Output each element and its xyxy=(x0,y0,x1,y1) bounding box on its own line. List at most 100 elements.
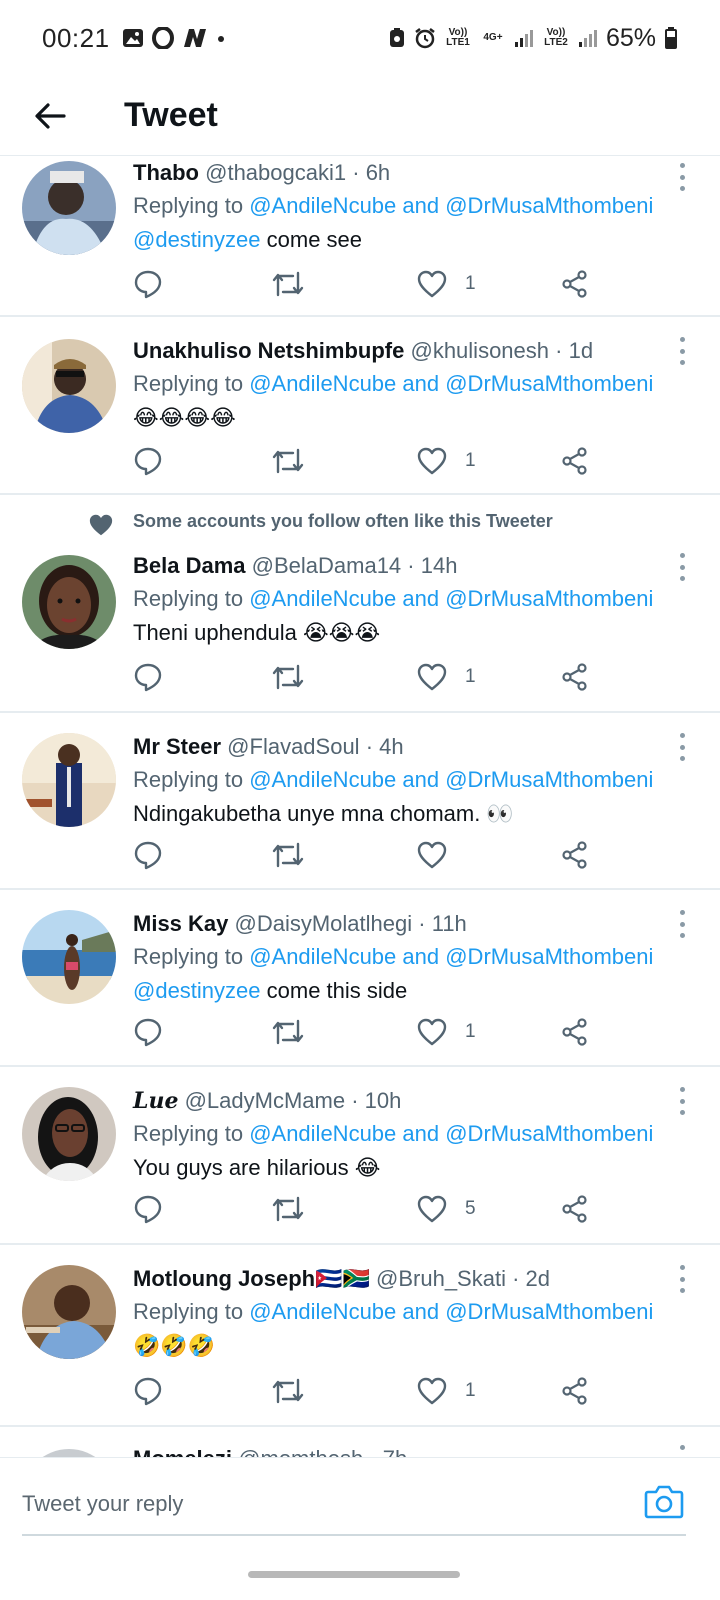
mention-link[interactable]: @AndileNcube xyxy=(249,1121,396,1146)
reply-button[interactable] xyxy=(133,657,163,697)
mention-link[interactable]: @AndileNcube xyxy=(249,193,396,218)
back-button[interactable] xyxy=(20,86,80,146)
avatar[interactable] xyxy=(22,910,116,1004)
user-handle[interactable]: @thabogcaki1 xyxy=(205,160,346,185)
mention-link[interactable]: @destinyzee xyxy=(133,227,261,252)
mention-link[interactable]: @AndileNcube xyxy=(249,586,396,611)
mention-link[interactable]: @AndileNcube xyxy=(249,1299,396,1324)
display-name[interactable]: Mr Steer xyxy=(133,734,221,759)
share-button[interactable] xyxy=(561,441,589,481)
mention-link[interactable]: @DrMusaMthombeni xyxy=(445,1299,653,1324)
mention-link[interactable]: @DrMusaMthombeni xyxy=(445,193,653,218)
user-handle[interactable]: @FlavadSoul xyxy=(227,734,359,759)
tweet-text-body: come see xyxy=(260,227,363,252)
retweet-button[interactable] xyxy=(271,657,305,697)
retweet-button[interactable] xyxy=(271,441,305,481)
like-button[interactable]: 5 xyxy=(417,1189,476,1229)
retweet-button[interactable] xyxy=(271,1012,305,1052)
reply-button[interactable] xyxy=(133,1189,163,1229)
avatar[interactable] xyxy=(22,1087,116,1181)
like-button[interactable] xyxy=(417,835,465,875)
share-button[interactable] xyxy=(561,264,589,304)
tweet-item[interactable]: Some accounts you follow often like this… xyxy=(0,495,720,713)
replying-and[interactable]: and xyxy=(396,944,445,969)
replying-and[interactable]: and xyxy=(396,1299,445,1324)
share-button[interactable] xyxy=(561,1189,589,1229)
home-indicator[interactable] xyxy=(248,1571,460,1578)
tweet-item[interactable]: Unakhuliso Netshimbupfe @khulisonesh · 1… xyxy=(0,317,720,495)
tweet-item[interactable]: Thabo @thabogcaki1 · 6h Replying to @And… xyxy=(0,157,720,317)
more-options-button[interactable] xyxy=(678,910,686,938)
display-name[interactable]: Bela Dama xyxy=(133,553,246,578)
user-handle[interactable]: @khulisonesh xyxy=(410,338,549,363)
replying-prefix: Replying to xyxy=(133,193,250,218)
replying-to: Replying to @AndileNcube and @DrMusaMtho… xyxy=(133,940,680,974)
mention-link[interactable]: @destinyzee xyxy=(133,978,261,1003)
like-button[interactable]: 1 xyxy=(417,264,476,304)
user-handle[interactable]: @DaisyMolatlhegi xyxy=(235,911,413,936)
reply-feed[interactable]: Thabo @thabogcaki1 · 6h Replying to @And… xyxy=(0,157,720,1485)
user-handle[interactable]: @BelaDama14 xyxy=(252,553,402,578)
more-options-button[interactable] xyxy=(678,733,686,761)
reply-button[interactable] xyxy=(133,1012,163,1052)
display-name[interactable]: Miss Kay xyxy=(133,911,228,936)
replying-and[interactable]: and xyxy=(396,193,445,218)
like-button[interactable]: 1 xyxy=(417,657,476,697)
user-handle[interactable]: @LadyMcMame xyxy=(185,1088,346,1113)
reply-button[interactable] xyxy=(133,264,163,304)
display-name[interactable]: Lue xyxy=(133,1088,178,1114)
tweet-text: @destinyzee come see xyxy=(133,223,680,257)
reply-button[interactable] xyxy=(133,835,163,875)
tweet-item[interactable]: Motloung Joseph🇨🇺🇿🇦 @Bruh_Skati · 2d Rep… xyxy=(0,1245,720,1427)
mention-link[interactable]: @DrMusaMthombeni xyxy=(445,586,653,611)
share-button[interactable] xyxy=(561,835,589,875)
retweet-button[interactable] xyxy=(271,835,305,875)
mention-link[interactable]: @AndileNcube xyxy=(249,371,396,396)
replying-and[interactable]: and xyxy=(396,586,445,611)
avatar[interactable] xyxy=(22,1265,116,1359)
mention-link[interactable]: @DrMusaMthombeni xyxy=(445,767,653,792)
more-options-button[interactable] xyxy=(678,163,686,191)
retweet-button[interactable] xyxy=(271,1189,305,1229)
avatar[interactable] xyxy=(22,555,116,649)
display-name[interactable]: Unakhuliso Netshimbupfe xyxy=(133,338,404,363)
avatar[interactable] xyxy=(22,733,116,827)
mention-link[interactable]: @DrMusaMthombeni xyxy=(445,371,653,396)
reply-button[interactable] xyxy=(133,1371,163,1411)
retweet-button[interactable] xyxy=(271,264,305,304)
avatar[interactable] xyxy=(22,339,116,433)
reply-button[interactable] xyxy=(133,441,163,481)
tweet-text: 😂😂😂😂 xyxy=(133,401,680,435)
avatar[interactable] xyxy=(22,161,116,255)
status-time: 00:21 xyxy=(42,22,110,53)
tweet-item[interactable]: Miss Kay @DaisyMolatlhegi · 11h Replying… xyxy=(0,890,720,1067)
more-options-button[interactable] xyxy=(678,553,686,581)
share-button[interactable] xyxy=(561,1012,589,1052)
share-icon xyxy=(562,841,587,869)
more-options-button[interactable] xyxy=(678,1087,686,1115)
more-options-button[interactable] xyxy=(678,337,686,365)
like-button[interactable]: 1 xyxy=(417,1012,476,1052)
mention-link[interactable]: @DrMusaMthombeni xyxy=(445,1121,653,1146)
share-button[interactable] xyxy=(561,657,589,697)
replying-and[interactable]: and xyxy=(396,1121,445,1146)
user-handle[interactable]: @Bruh_Skati xyxy=(376,1266,506,1291)
replying-and[interactable]: and xyxy=(396,371,445,396)
more-options-button[interactable] xyxy=(678,1265,686,1293)
mention-link[interactable]: @DrMusaMthombeni xyxy=(445,944,653,969)
share-button[interactable] xyxy=(561,1371,589,1411)
heart-filled-icon xyxy=(88,513,114,542)
mention-link[interactable]: @AndileNcube xyxy=(249,944,396,969)
camera-button[interactable] xyxy=(644,1482,684,1522)
mention-link[interactable]: @AndileNcube xyxy=(249,767,396,792)
like-button[interactable]: 1 xyxy=(417,441,476,481)
tweet-item[interactable]: Lue @LadyMcMame · 10h Replying to @Andil… xyxy=(0,1067,720,1245)
display-name[interactable]: Thabo xyxy=(133,160,199,185)
display-name[interactable]: Motloung Joseph🇨🇺🇿🇦 xyxy=(133,1266,370,1291)
retweet-button[interactable] xyxy=(271,1371,305,1411)
like-button[interactable]: 1 xyxy=(417,1371,476,1411)
replying-and[interactable]: and xyxy=(396,767,445,792)
tweet-item[interactable]: Mr Steer @FlavadSoul · 4h Replying to @A… xyxy=(0,713,720,890)
tweet-text: You guys are hilarious 😂 xyxy=(133,1151,680,1185)
reply-input[interactable] xyxy=(22,1484,622,1524)
